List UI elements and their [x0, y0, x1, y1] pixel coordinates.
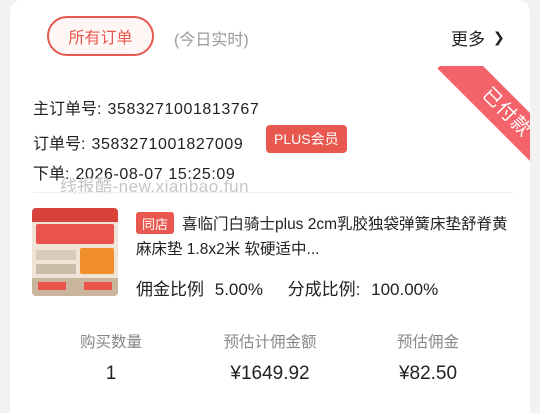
est-base-label: 预估计佣金额 — [223, 334, 317, 351]
more-button[interactable]: 更多 ❯ — [451, 25, 505, 50]
product-image — [32, 208, 118, 296]
chevron-right-icon: ❯ — [493, 29, 505, 45]
plus-member-badge: PLUS会员 — [266, 125, 347, 153]
divider — [33, 192, 513, 193]
rates-row: 佣金比例 5.00% 分成比例: 100.00% — [136, 275, 438, 300]
tab-all-orders-label: 所有订单 — [68, 30, 133, 47]
order-card: 所有订单 (今日实时) 更多 ❯ 已付款 主订单号: 35832710018137… — [10, 0, 530, 413]
more-label: 更多 — [451, 30, 485, 49]
tab-all-orders[interactable]: 所有订单 — [47, 16, 154, 56]
est-comm-value: ¥82.50 — [398, 363, 458, 384]
main-order-number: 3583271001813767 — [107, 101, 260, 118]
main-order-label: 主订单号: — [33, 101, 102, 118]
share-rate: 100.00% — [371, 280, 439, 299]
share-rate-label: 分成比例: — [287, 280, 361, 299]
est-comm-label: 预估佣金 — [396, 334, 459, 351]
est-base-value: ¥1649.92 — [230, 363, 310, 384]
commission-rate: 5.00% — [214, 280, 263, 299]
qty-value: 1 — [105, 363, 117, 384]
commission-rate-label: 佣金比例 — [136, 280, 204, 299]
order-label: 订单号: — [33, 136, 86, 153]
qty-label: 购买数量 — [79, 334, 142, 351]
product-thumbnail[interactable] — [32, 208, 118, 296]
watermark: 线报酷-new.xianbao.fun — [60, 177, 250, 196]
order-number: 3583271001827009 — [91, 136, 244, 153]
realtime-label: (今日实时) — [174, 32, 249, 49]
main-order-row: 主订单号: 3583271001813767 — [33, 95, 259, 119]
product-title[interactable]: 喜临门白骑士plus 2cm乳胶独袋弹簧床垫舒脊黄麻床垫 1.8x2米 软硬适中… — [136, 212, 516, 262]
shop-tag: 同店 — [136, 212, 175, 234]
order-row: 订单号: 3583271001827009 — [33, 130, 243, 154]
status-corner: 已付款 — [420, 66, 530, 176]
status-ribbon: 已付款 — [437, 66, 530, 176]
